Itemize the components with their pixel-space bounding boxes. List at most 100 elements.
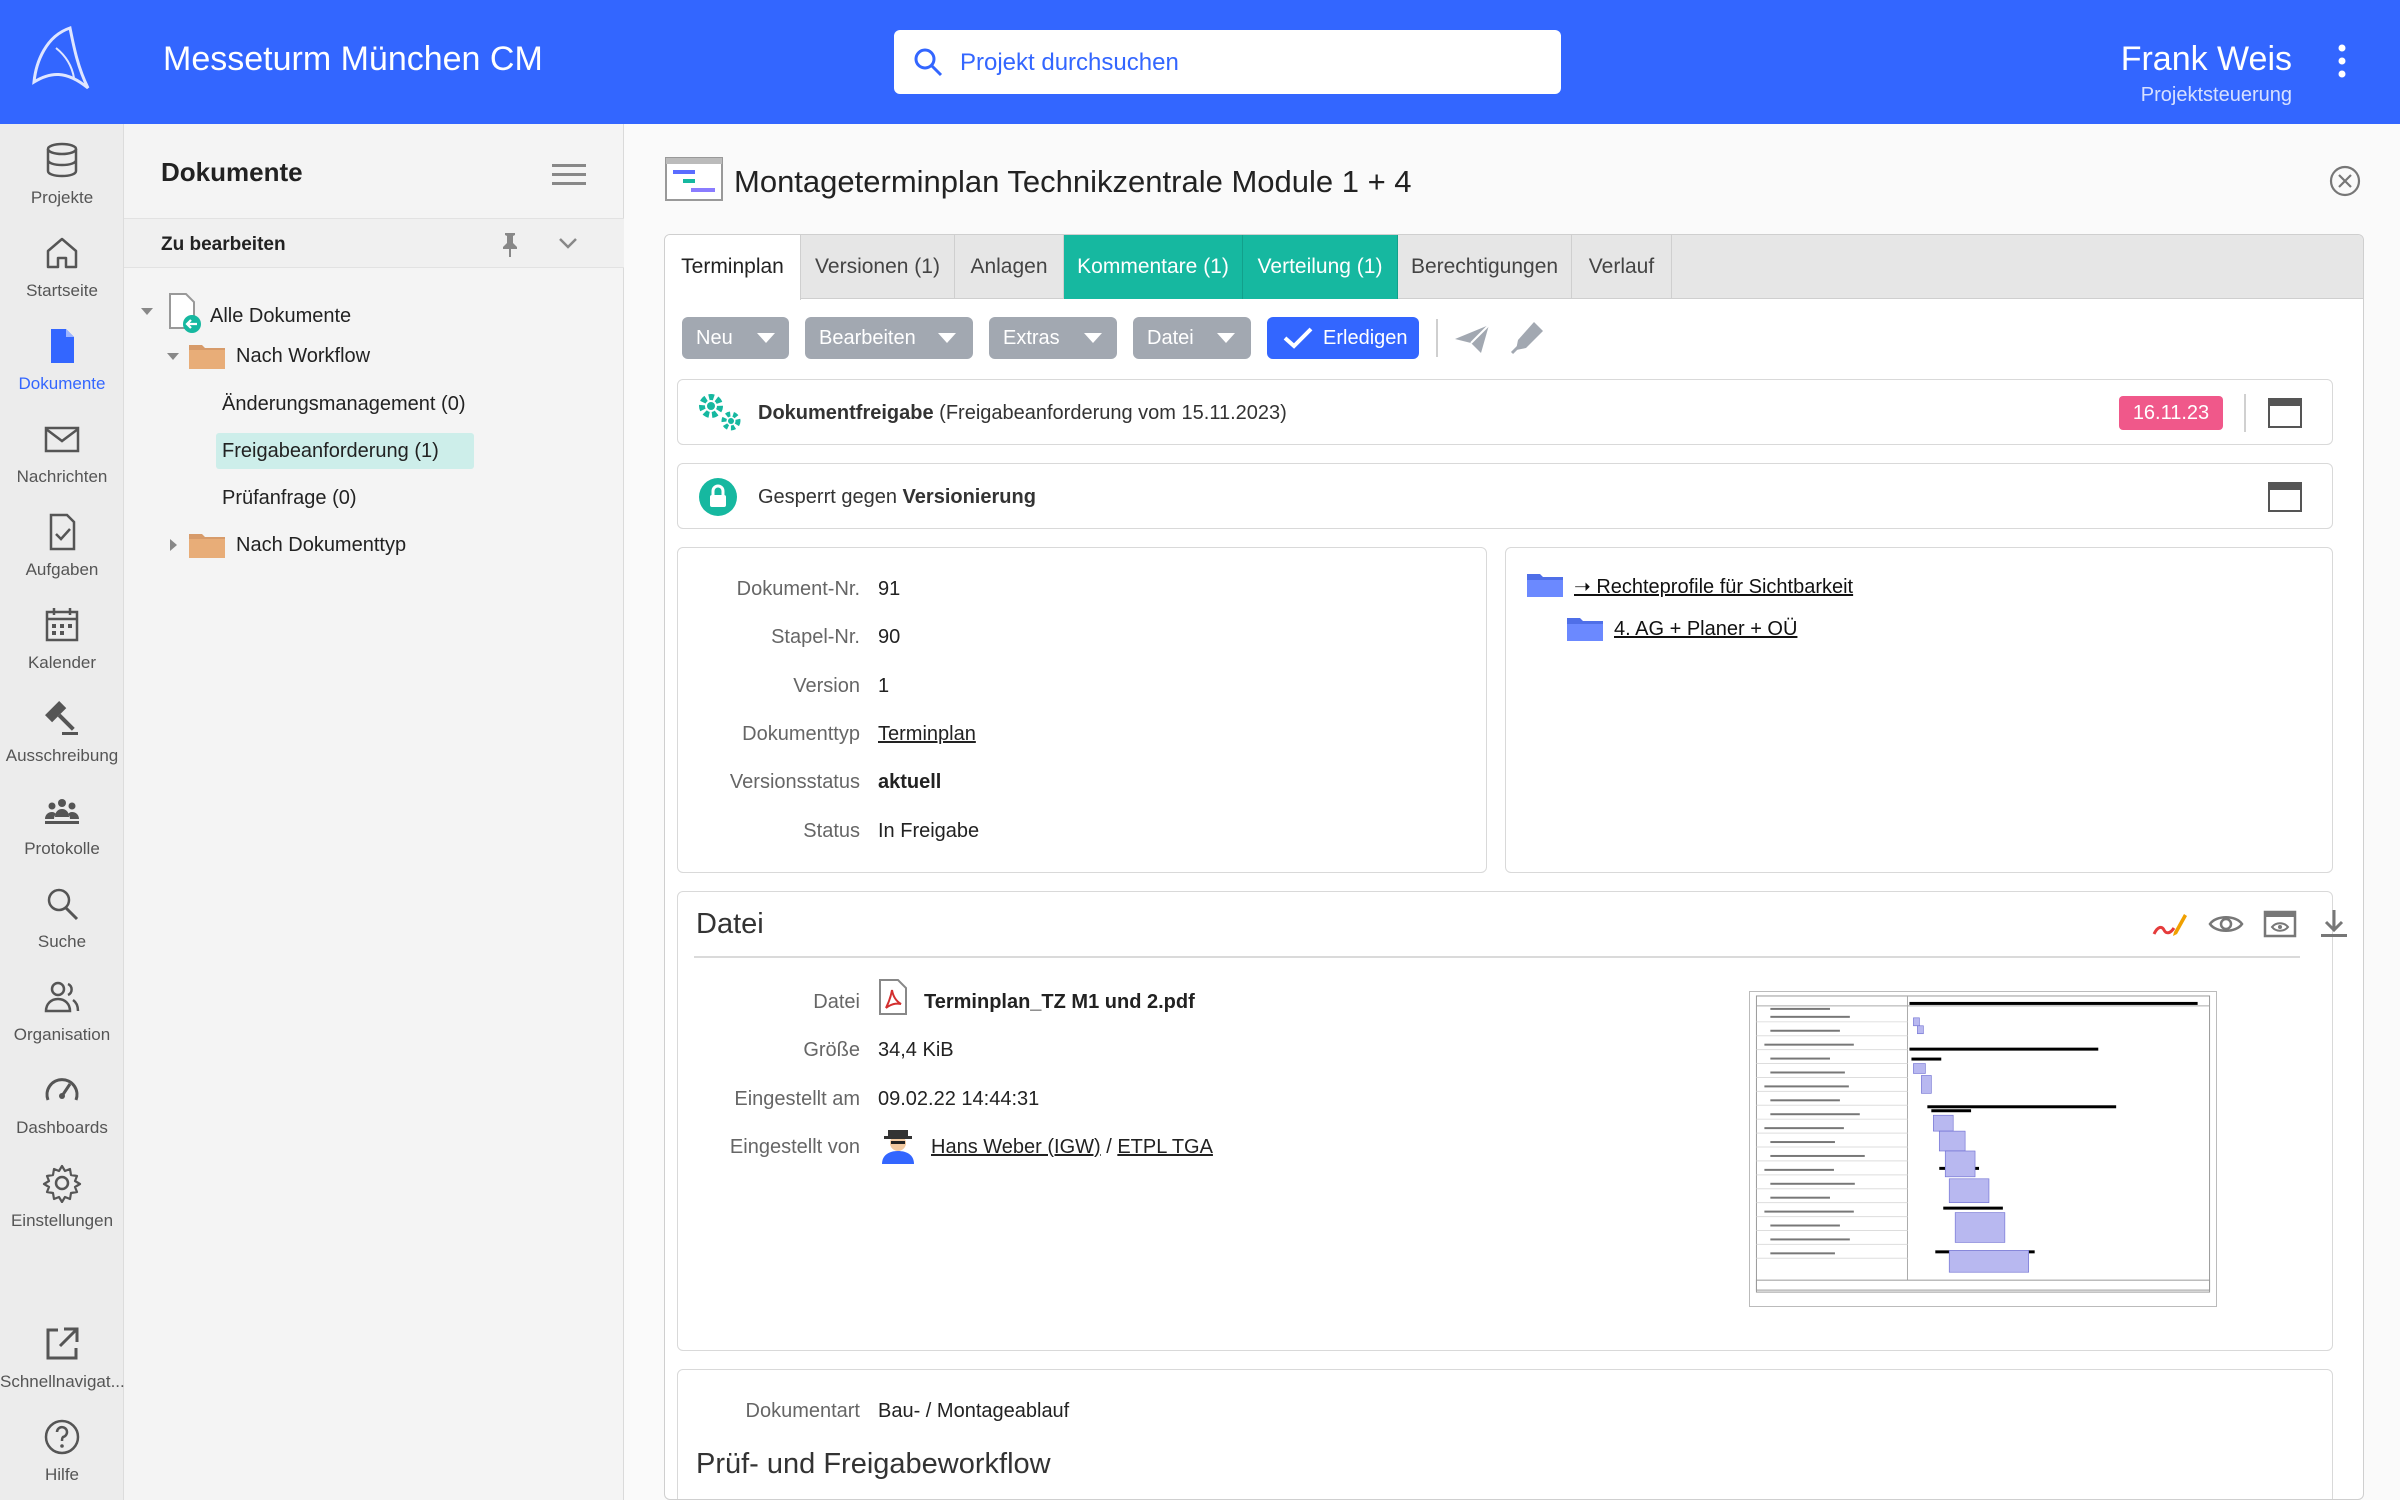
tab-terminplan[interactable]: Terminplan [665, 235, 801, 300]
button-label: Bearbeiten [819, 327, 916, 349]
rail-item-projekte[interactable]: Projekte [0, 140, 124, 230]
user-role: Projektsteuerung [2140, 84, 2292, 106]
rail-item-aufgaben[interactable]: Aufgaben [0, 512, 124, 602]
download-icon[interactable] [2316, 908, 2352, 940]
external-link-icon [46, 1327, 79, 1360]
documents-root-icon [169, 293, 201, 333]
search-input[interactable]: Projekt durchsuchen [960, 49, 1179, 77]
rail-label: Ausschreibung [5, 746, 119, 765]
rail-label: Aufgaben [25, 560, 99, 579]
close-icon[interactable] [2328, 164, 2362, 198]
nav-rail: Projekte Startseite Dokumente Nachrichte… [0, 124, 124, 1500]
help-icon [44, 1419, 80, 1455]
edit-button[interactable]: Bearbeiten [805, 317, 973, 359]
more-menu-icon[interactable] [2336, 44, 2348, 78]
rail-item-startseite[interactable]: Startseite [0, 233, 124, 323]
pdf-thumbnail[interactable] [1749, 991, 2217, 1307]
file-uploaded-at: 09.02.22 14:44:31 [878, 1088, 1040, 1110]
rail-item-dokumente[interactable]: Dokumente [0, 326, 124, 416]
tab-versionen[interactable]: Versionen (1) [801, 235, 955, 299]
prop-value: aktuell [878, 771, 942, 793]
home-icon [46, 237, 78, 269]
button-label: Datei [1147, 327, 1194, 349]
tree-section-header[interactable]: Zu bearbeiten [124, 218, 624, 268]
tab-verteilung[interactable]: Verteilung (1) [1243, 235, 1398, 299]
panel-title: Dokumente [161, 157, 303, 187]
file-name-link[interactable]: Terminplan_TZ M1 und 2.pdf [924, 991, 1195, 1014]
rail-label: Suche [37, 932, 87, 951]
caret-down-icon [1084, 333, 1102, 343]
rail-item-ausschreibung[interactable]: Ausschreibung [0, 698, 124, 788]
tree-item-nach-workflow[interactable]: Nach Workflow [166, 338, 526, 374]
divider [2244, 394, 2246, 432]
chevron-down-icon[interactable] [556, 233, 580, 253]
rail-item-schnellnavigation[interactable]: Schnellnavigat... [0, 1324, 124, 1414]
database-icon [46, 142, 78, 178]
organisation-icon [44, 981, 80, 1013]
lock-icon [699, 478, 737, 516]
gears-icon [699, 394, 741, 431]
caret-down-icon[interactable] [140, 304, 154, 318]
rights-group-link[interactable]: 4. AG + Planer + OÜ [1614, 618, 1797, 641]
window-icon[interactable] [2268, 398, 2302, 428]
gauge-icon [45, 1078, 79, 1101]
tree-item-freigabeanforderung[interactable]: Freigabeanforderung (1) [216, 433, 474, 469]
uploader-org-link[interactable]: ETPL TGA [1117, 1136, 1213, 1158]
tree-item-label: Freigabeanforderung (1) [222, 440, 439, 462]
tree-item-label: Alle Dokumente [210, 305, 352, 327]
tab-verlauf[interactable]: Verlauf [1572, 235, 1672, 299]
rail-item-protokolle[interactable]: Protokolle [0, 791, 124, 881]
section-divider [694, 956, 2300, 958]
extras-button[interactable]: Extras [989, 317, 1117, 359]
preview-window-icon[interactable] [2262, 908, 2298, 940]
workflow-box[interactable]: Dokumentfreigabe (Freigabeanforderung vo… [677, 379, 2333, 445]
pen-icon[interactable] [1508, 319, 1546, 357]
rights-profile-link[interactable]: ➝ Rechteprofile für Sichtbarkeit [1574, 574, 1853, 599]
user-name[interactable]: Frank Weis [2121, 40, 2292, 79]
tree-item-label: Nach Workflow [236, 345, 371, 367]
rail-item-hilfe[interactable]: Hilfe [0, 1417, 124, 1500]
window-icon[interactable] [2268, 482, 2302, 512]
app-logo-icon[interactable] [26, 22, 100, 100]
tab-kommentare[interactable]: Kommentare (1) [1064, 235, 1243, 299]
uploader-link[interactable]: Hans Weber (IGW) [931, 1136, 1101, 1158]
button-label: Neu [696, 327, 733, 349]
tree-item-pruefanfrage[interactable]: Prüfanfrage (0) [216, 480, 496, 516]
gantt-document-icon [665, 157, 723, 201]
workflow-detail: (Freigabeanforderung vom 15.11.2023) [939, 402, 1287, 424]
eye-icon[interactable] [2208, 908, 2244, 940]
caret-right-icon[interactable] [166, 538, 180, 552]
tree-item-alle-dokumente[interactable]: Alle Dokumente [140, 292, 520, 333]
tab-berechtigungen[interactable]: Berechtigungen [1398, 235, 1572, 299]
tab-anlagen[interactable]: Anlagen [955, 235, 1064, 299]
rail-label: Kalender [27, 653, 97, 672]
complete-button[interactable]: Erledigen [1267, 317, 1419, 359]
pin-icon[interactable] [498, 231, 522, 257]
annotate-icon[interactable] [2152, 908, 2188, 940]
new-button[interactable]: Neu [682, 317, 789, 359]
rail-item-organisation[interactable]: Organisation [0, 977, 124, 1067]
rail-item-einstellungen[interactable]: Einstellungen [0, 1163, 124, 1253]
project-search[interactable]: Projekt durchsuchen [894, 30, 1561, 94]
lock-text: Gesperrt gegen Versionierung [758, 486, 1036, 509]
menu-icon[interactable] [552, 162, 586, 188]
lock-target: Versionierung [902, 486, 1036, 508]
prop-value: 90 [878, 626, 901, 648]
search-icon [47, 888, 79, 921]
document-type-link[interactable]: Terminplan [878, 723, 976, 746]
tree-item-aenderungsmanagement[interactable]: Änderungsmanagement (0) [216, 386, 496, 422]
meta-box: Dokumentart Bau- / Montageablauf Prüf- u… [677, 1369, 2333, 1499]
rail-item-suche[interactable]: Suche [0, 884, 124, 974]
rail-item-nachrichten[interactable]: Nachrichten [0, 419, 124, 509]
tree-item-nach-dokumenttyp[interactable]: Nach Dokumenttyp [166, 527, 486, 563]
document-title: Montageterminplan Technikzentrale Module… [734, 164, 1412, 199]
prop-value: 91 [878, 578, 901, 600]
prop-label: Status [803, 820, 860, 842]
rail-item-dashboards[interactable]: Dashboards [0, 1070, 124, 1160]
send-icon[interactable] [1453, 323, 1491, 355]
rail-item-kalender[interactable]: Kalender [0, 605, 124, 695]
prop-label: Dokumenttyp [742, 723, 860, 745]
caret-down-icon[interactable] [166, 349, 180, 363]
folder-icon [1527, 574, 1563, 597]
datei-button[interactable]: Datei [1133, 317, 1251, 359]
